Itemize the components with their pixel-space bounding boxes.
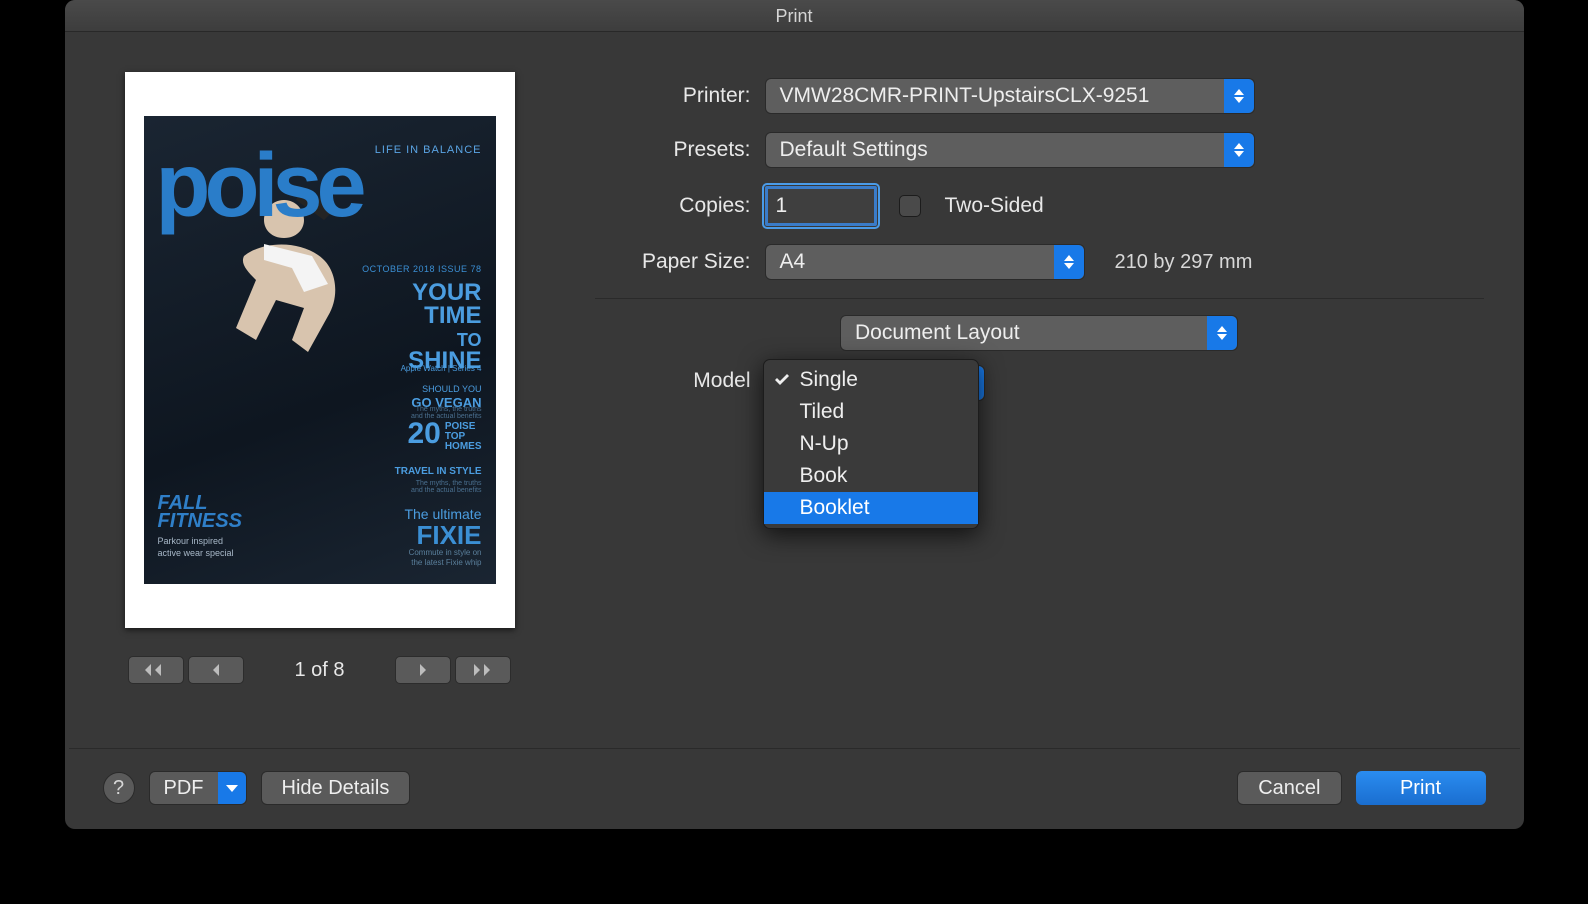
model-option-nup[interactable]: N-Up: [764, 428, 978, 460]
cancel-button[interactable]: Cancel: [1237, 771, 1341, 805]
model-popup-menu: Single Tiled N-Up Book Booklet: [763, 359, 979, 529]
printer-select[interactable]: VMW28CMR-PRINT-UpstairsCLX-9251: [765, 78, 1255, 114]
page-indicator: 1 of 8: [294, 659, 344, 682]
twosided-label: Two-Sided: [945, 194, 1044, 218]
copies-label: Copies:: [595, 194, 751, 218]
model-option-book[interactable]: Book: [764, 460, 978, 492]
mag-issue: OCTOBER 2018 ISSUE 78: [362, 264, 481, 274]
preview-pager: 1 of 8: [105, 656, 535, 684]
help-button[interactable]: ?: [103, 772, 135, 804]
print-dialog: Print LIFE IN BALANCE poise OCTOBER 2018…: [65, 0, 1524, 829]
papersize-select[interactable]: A4: [765, 244, 1085, 280]
presets-value: Default Settings: [780, 138, 928, 162]
print-button[interactable]: Print: [1356, 771, 1486, 805]
mag-sub-watch: Apple Watch | Series 4: [401, 364, 482, 373]
preview-page: LIFE IN BALANCE poise OCTOBER 2018 ISSUE…: [125, 72, 515, 628]
updown-icon: [1207, 316, 1237, 350]
printer-label: Printer:: [595, 84, 751, 108]
mag-headline: YOUR TIME TO SHINE: [408, 282, 481, 373]
dialog-footer: ? PDF Hide Details Cancel Print: [69, 748, 1520, 829]
prev-page-button[interactable]: [188, 656, 244, 684]
magazine-cover: LIFE IN BALANCE poise OCTOBER 2018 ISSUE…: [144, 116, 496, 584]
papersize-dimensions: 210 by 297 mm: [1115, 251, 1253, 274]
presets-label: Presets:: [595, 138, 751, 162]
section-select[interactable]: Document Layout: [840, 315, 1238, 351]
print-options: Printer: VMW28CMR-PRINT-UpstairsCLX-9251…: [595, 72, 1484, 684]
first-page-button[interactable]: [128, 656, 184, 684]
pdf-menu-button[interactable]: PDF: [149, 771, 247, 805]
hide-details-button[interactable]: Hide Details: [261, 771, 411, 805]
updown-icon: [1224, 133, 1254, 167]
next-page-button[interactable]: [395, 656, 451, 684]
model-option-booklet[interactable]: Booklet: [764, 492, 978, 524]
model-option-single[interactable]: Single: [764, 364, 978, 396]
twosided-checkbox[interactable]: [899, 195, 921, 217]
last-page-button[interactable]: [455, 656, 511, 684]
chevron-down-icon: [218, 772, 246, 804]
updown-icon: [1054, 245, 1084, 279]
presets-select[interactable]: Default Settings: [765, 132, 1255, 168]
preview-pane: LIFE IN BALANCE poise OCTOBER 2018 ISSUE…: [105, 72, 535, 684]
question-icon: ?: [113, 777, 124, 800]
mag-brand: poise: [156, 150, 361, 222]
section-divider: [595, 298, 1484, 299]
model-option-tiled[interactable]: Tiled: [764, 396, 978, 428]
papersize-value: A4: [780, 250, 806, 274]
window-title: Print: [65, 0, 1524, 32]
papersize-label: Paper Size:: [595, 250, 751, 274]
check-icon: [774, 372, 790, 388]
model-label: Model: [595, 365, 751, 393]
mag-tagline: LIFE IN BALANCE: [375, 144, 482, 156]
updown-icon: [1224, 79, 1254, 113]
printer-value: VMW28CMR-PRINT-UpstairsCLX-9251: [780, 84, 1150, 108]
section-value: Document Layout: [855, 321, 1020, 345]
copies-input[interactable]: [765, 186, 877, 226]
